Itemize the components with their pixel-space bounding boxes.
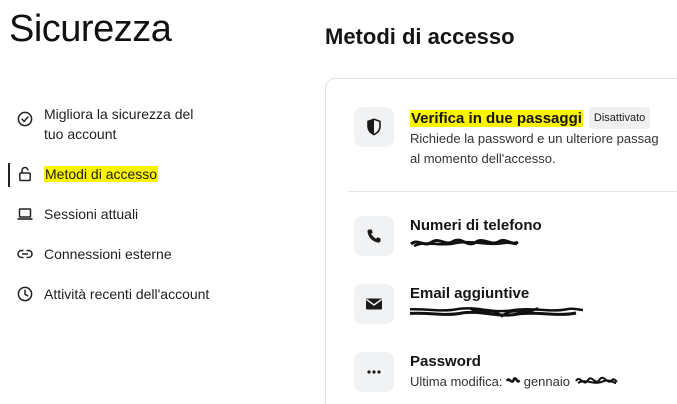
redacted-year-scribble — [574, 376, 618, 384]
two-factor-description-1: Richiede la password e un ulteriore pass… — [410, 131, 659, 146]
lock-icon — [16, 165, 34, 183]
sidebar-item-label: Attività recenti dell'account — [44, 286, 210, 302]
redacted-email-scribble — [410, 306, 584, 318]
phone-title: Numeri di telefono — [410, 217, 542, 234]
email-title: Email aggiuntive — [410, 285, 530, 302]
password-title: Password — [410, 353, 481, 370]
redacted-phone-scribble — [410, 238, 519, 248]
sidebar-item-label: Migliora la sicurezza del tuo account — [44, 106, 194, 142]
sidebar-item-sessioni[interactable]: Sessioni attuali — [0, 204, 220, 224]
mail-icon — [354, 284, 394, 324]
dots-icon — [354, 352, 394, 392]
sidebar-item-migliora-sicurezza[interactable]: Migliora la sicurezza del tuo account — [0, 104, 220, 144]
shield-icon — [354, 107, 394, 147]
sidebar-item-label: Sessioni attuali — [44, 206, 139, 222]
sidebar-item-label: Metodi di accesso — [44, 166, 159, 182]
sidebar-item-label: Connessioni esterne — [44, 246, 172, 262]
password-modified-label: Ultima modifica: — [410, 374, 503, 389]
sidebar-item-connessioni[interactable]: Connessioni esterne — [0, 244, 220, 264]
section-title: Metodi di accesso — [325, 24, 515, 49]
phone-icon — [354, 216, 394, 256]
page-title: Sicurezza — [9, 8, 172, 50]
two-factor-title: Verifica in due passaggi — [410, 110, 583, 127]
clock-icon — [16, 285, 34, 303]
sidebar-item-attivita[interactable]: Attività recenti dell'account — [0, 284, 220, 304]
two-factor-description-2: al momento dell'accesso. — [410, 151, 556, 166]
redacted-day-scribble — [505, 377, 521, 383]
active-indicator — [8, 163, 10, 187]
status-badge: Disattivato — [588, 107, 651, 129]
divider — [348, 191, 677, 192]
laptop-icon — [16, 205, 34, 223]
access-methods-card: Verifica in due passaggi Disattivato Rich… — [325, 78, 677, 404]
password-modified-month: gennaio — [523, 374, 570, 389]
check-circle-icon — [16, 110, 34, 128]
sidebar-item-metodi-accesso[interactable]: Metodi di accesso — [0, 163, 220, 187]
link-icon — [16, 245, 34, 263]
